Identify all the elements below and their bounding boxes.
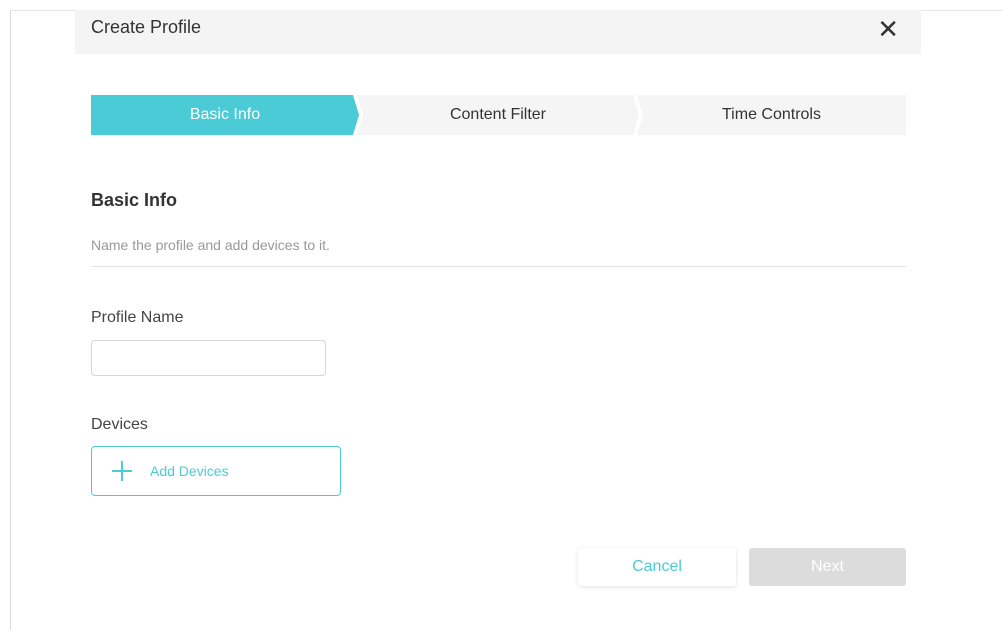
stepper: Basic Info Content Filter Time Controls (91, 95, 906, 135)
plus-icon (112, 461, 132, 481)
profile-name-label: Profile Name (91, 309, 184, 326)
add-devices-button[interactable]: Add Devices (91, 446, 341, 496)
step-label: Time Controls (722, 106, 821, 123)
section-description: Name the profile and add devices to it. (91, 237, 330, 253)
add-devices-label: Add Devices (150, 463, 229, 479)
cancel-button[interactable]: Cancel (578, 548, 736, 586)
step-basic-info[interactable]: Basic Info (91, 95, 359, 135)
section-title: Basic Info (91, 190, 178, 210)
dialog-header: Create Profile ✕ (75, 10, 921, 54)
profile-name-input[interactable] (91, 340, 326, 376)
step-content-filter[interactable]: Content Filter (357, 95, 639, 135)
dialog-title: Create Profile (91, 17, 202, 37)
close-icon[interactable]: ✕ (877, 14, 899, 44)
step-time-controls[interactable]: Time Controls (637, 95, 906, 135)
devices-label: Devices (91, 416, 148, 433)
next-button[interactable]: Next (749, 548, 906, 586)
step-label: Content Filter (449, 106, 547, 123)
divider (91, 266, 906, 267)
step-label: Basic Info (189, 106, 261, 123)
